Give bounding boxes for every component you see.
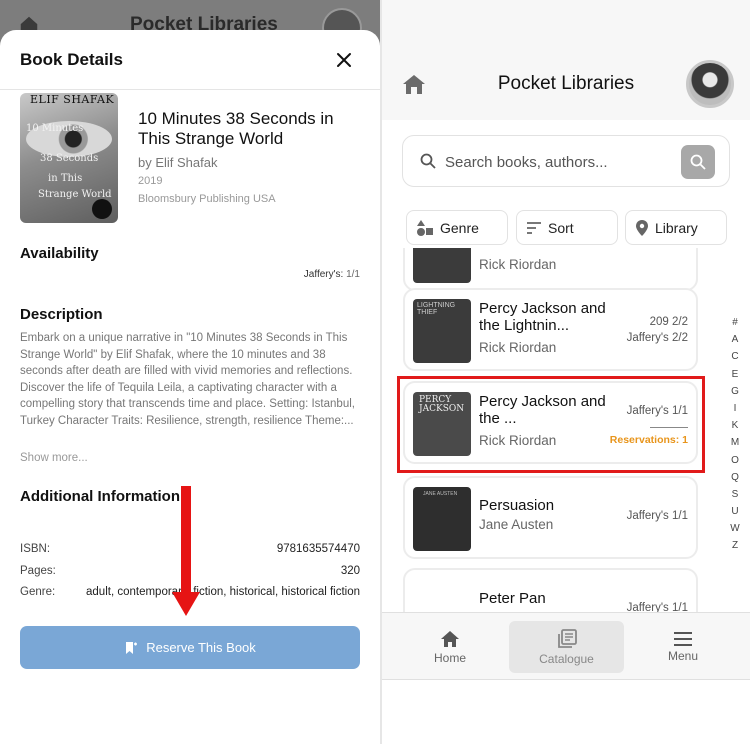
tab-label: Menu xyxy=(667,648,699,663)
cover-title-line: 10 Minutes xyxy=(26,123,84,134)
cover-badge xyxy=(92,199,112,219)
cover-author: ELIF SHAFAK xyxy=(30,93,115,106)
book-thumbnail xyxy=(413,248,471,283)
sort-button[interactable]: Sort xyxy=(516,210,618,245)
availability-status: 209 2/2 xyxy=(649,316,688,328)
cover-title-line: in This xyxy=(48,173,83,184)
alphabet-letter[interactable]: G xyxy=(728,386,742,403)
alphabet-letter[interactable]: I xyxy=(728,403,742,420)
availability-row: Jaffery's: 1/1 xyxy=(304,269,360,280)
library-filter-button[interactable]: Library xyxy=(625,210,727,245)
shapes-icon xyxy=(417,219,433,236)
book-thumbnail: JANE AUSTEN xyxy=(413,487,471,551)
book-title: Percy Jackson and the Lightnin... xyxy=(479,300,606,334)
info-value: adult, contemporary, fiction, historical… xyxy=(86,586,360,598)
alphabet-letter[interactable]: E xyxy=(728,369,742,386)
availability-count: 1/1 xyxy=(346,269,360,280)
reserve-button-label: Reserve This Book xyxy=(146,640,256,655)
alphabet-letter[interactable]: U xyxy=(728,506,742,523)
library-filter-label: Library xyxy=(655,219,698,236)
book-title: Peter Pan xyxy=(479,590,546,607)
show-more-link[interactable]: Show more... xyxy=(20,452,88,464)
info-value: 320 xyxy=(340,565,360,577)
book-author: by Elif Shafak xyxy=(138,155,218,170)
availability-status: Jaffery's 2/2 xyxy=(626,332,688,344)
info-key: Pages: xyxy=(20,565,56,577)
book-details-screen: Pocket Libraries Book Details ELIF SHAFA… xyxy=(0,0,380,744)
menu-icon xyxy=(674,631,692,646)
availability-status: Jaffery's 1/1 xyxy=(626,510,688,522)
book-publisher: Bloomsbury Publishing USA xyxy=(138,193,276,205)
info-key: ISBN: xyxy=(20,543,51,555)
availability-heading: Availability xyxy=(20,245,99,262)
home-icon xyxy=(441,630,459,647)
tab-catalogue[interactable]: Catalogue xyxy=(509,621,624,673)
book-author: Jane Austen xyxy=(479,517,554,532)
top-bar: Pocket Libraries xyxy=(382,0,750,120)
tab-home[interactable]: Home xyxy=(392,621,508,673)
tab-label: Catalogue xyxy=(539,651,594,666)
book-author: Rick Riordan xyxy=(479,340,557,355)
alphabet-letter[interactable]: A xyxy=(728,334,742,351)
annotation-arrow-head xyxy=(172,592,200,616)
location-pin-icon xyxy=(636,219,648,236)
alphabet-letter[interactable]: M xyxy=(728,437,742,454)
alphabet-letter[interactable]: C xyxy=(728,351,742,368)
book-card[interactable]: Rick Riordan xyxy=(403,248,698,291)
alphabet-index[interactable]: # A C E G I K M O Q S U W Z xyxy=(728,317,742,558)
close-icon xyxy=(337,53,351,67)
search-icon xyxy=(690,154,706,170)
description-heading: Description xyxy=(20,306,103,323)
alphabet-letter[interactable]: Z xyxy=(728,540,742,557)
book-cover: ELIF SHAFAK 10 Minutes 38 Seconds in Thi… xyxy=(20,93,118,223)
alphabet-letter[interactable]: # xyxy=(728,317,742,334)
info-value: 9781635574470 xyxy=(276,543,360,555)
availability-status: Jaffery's 1/1 xyxy=(626,602,688,612)
book-card[interactable]: Peter Pan Jaffery's 1/1 xyxy=(403,568,698,612)
bookmark-add-icon xyxy=(126,641,138,654)
search-icon xyxy=(420,153,436,169)
book-card[interactable]: LIGHTNING THIEF Percy Jackson and the Li… xyxy=(403,288,698,371)
book-thumbnail xyxy=(413,579,471,612)
annotation-arrow xyxy=(181,486,191,594)
thumbnail-text: LIGHTNING THIEF xyxy=(417,302,456,316)
sort-icon xyxy=(527,221,541,234)
availability-library: Jaffery's: xyxy=(303,269,344,280)
alphabet-letter[interactable]: S xyxy=(728,489,742,506)
thumbnail-text: JANE AUSTEN xyxy=(423,491,458,497)
book-title: Persuasion xyxy=(479,497,555,514)
book-title: 10 Minutes 38 Seconds in This Strange Wo… xyxy=(138,109,334,148)
alphabet-letter[interactable]: W xyxy=(728,523,742,540)
sheet-title: Book Details xyxy=(20,50,123,69)
tab-label: Home xyxy=(433,650,466,665)
tab-menu[interactable]: Menu xyxy=(625,621,741,673)
genre-filter-button[interactable]: Genre xyxy=(406,210,508,245)
info-key: Genre: xyxy=(20,586,56,598)
book-thumbnail: LIGHTNING THIEF xyxy=(413,299,471,363)
alphabet-letter[interactable]: Q xyxy=(728,472,742,489)
additional-info-heading: Additional Information xyxy=(20,488,180,505)
sort-label: Sort xyxy=(548,219,574,236)
alphabet-letter[interactable]: O xyxy=(728,455,742,472)
book-card[interactable]: JANE AUSTEN Persuasion Jane Austen Jaffe… xyxy=(403,476,698,559)
bottom-tab-bar: Home Catalogue Menu xyxy=(382,612,750,680)
close-button[interactable] xyxy=(332,48,356,72)
search-button[interactable] xyxy=(681,145,715,179)
sheet-header: Book Details xyxy=(0,30,380,90)
search-input[interactable] xyxy=(445,150,675,174)
alphabet-letter[interactable]: K xyxy=(728,420,742,437)
book-year: 2019 xyxy=(138,175,163,187)
search-bar xyxy=(402,135,730,187)
library-books-icon xyxy=(557,628,577,648)
profile-avatar[interactable] xyxy=(686,60,734,108)
genre-filter-label: Genre xyxy=(440,219,479,236)
cover-title-line: 38 Seconds xyxy=(40,153,99,164)
description-text: Embark on a unique narrative in "10 Minu… xyxy=(20,332,355,427)
annotation-highlight-box xyxy=(397,376,705,473)
reserve-book-button[interactable]: Reserve This Book xyxy=(20,626,360,669)
catalogue-screen: Pocket Libraries Genre Sort Library Rick… xyxy=(382,0,750,744)
book-author: Rick Riordan xyxy=(479,257,557,272)
